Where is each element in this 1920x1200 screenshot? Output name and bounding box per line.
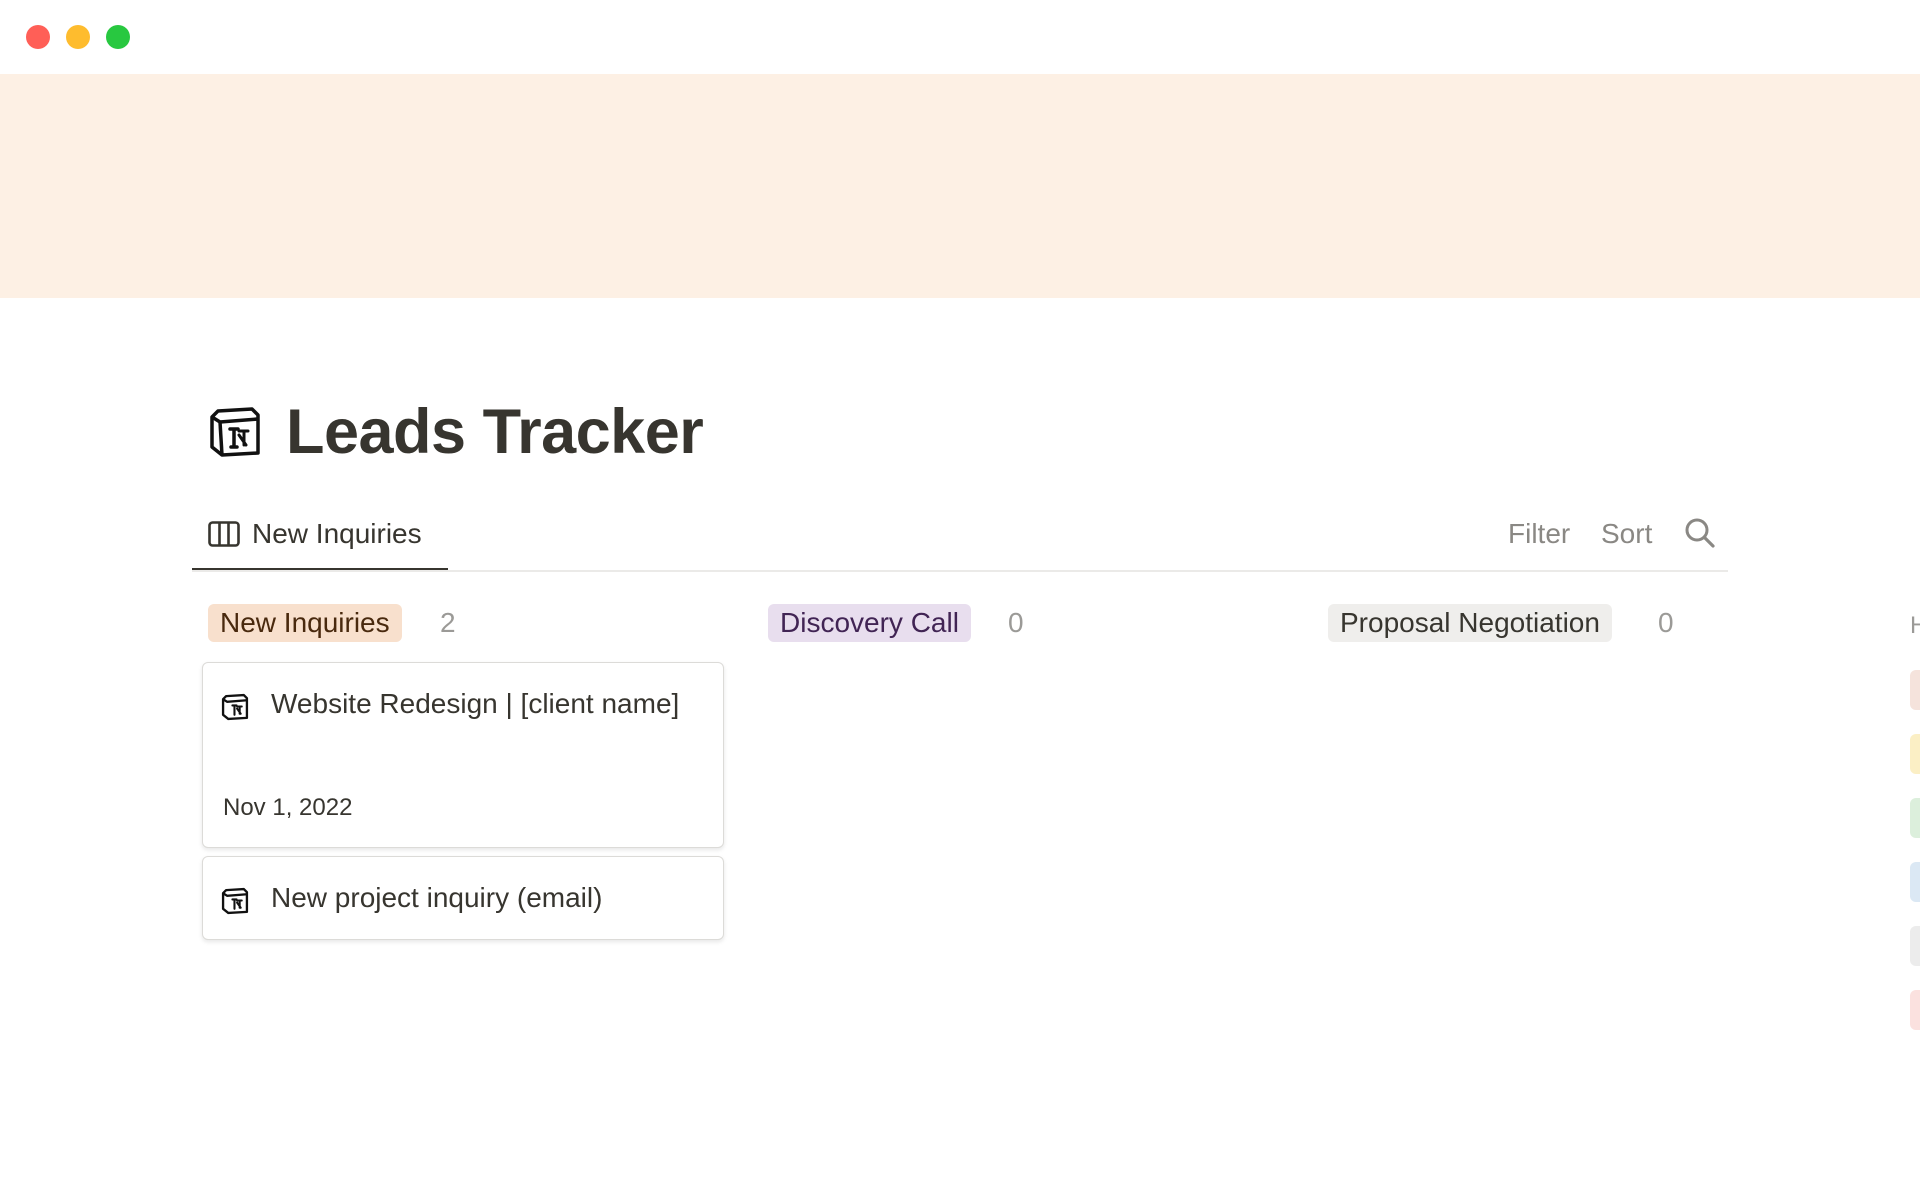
column-tag: New Inquiries (208, 604, 402, 642)
offscreen-column-swatch (1910, 862, 1920, 902)
card-title: Website Redesign | [client name] (271, 688, 680, 719)
notion-page-icon (221, 887, 249, 915)
board-card[interactable]: New project inquiry (email) (202, 856, 724, 940)
board-view-icon (208, 521, 240, 547)
board-card[interactable]: Website Redesign | [client name] Nov 1, … (202, 662, 724, 848)
maximize-window-button[interactable] (106, 25, 130, 49)
column-tag: Proposal Negotiation (1328, 604, 1612, 642)
window-titlebar (0, 0, 1920, 74)
column-count: 2 (440, 607, 456, 638)
page-title: Leads Tracker (286, 397, 704, 467)
close-window-button[interactable] (26, 25, 50, 49)
card-date: Nov 1, 2022 (223, 794, 353, 821)
offscreen-column-swatch (1910, 734, 1920, 774)
column-count: 0 (1658, 607, 1674, 638)
notion-logo-icon[interactable] (208, 405, 262, 459)
sort-button[interactable]: Sort (1601, 516, 1652, 552)
tabs-divider (192, 570, 1728, 572)
card-title: New project inquiry (email) (271, 882, 603, 913)
search-icon (1685, 518, 1715, 548)
offscreen-column-swatch (1910, 670, 1920, 710)
filter-button[interactable]: Filter (1508, 516, 1570, 552)
tab-label: New Inquiries (252, 518, 422, 549)
column-count: 0 (1008, 607, 1024, 638)
minimize-window-button[interactable] (66, 25, 90, 49)
offscreen-column-swatch (1910, 798, 1920, 838)
search-button[interactable] (1683, 516, 1717, 550)
offscreen-column-swatch (1910, 990, 1920, 1030)
offscreen-column-swatch (1910, 926, 1920, 966)
offscreen-column-header: H (1910, 612, 1920, 636)
column-tag: Discovery Call (768, 604, 971, 642)
page-cover (0, 74, 1920, 298)
tab-new-inquiries[interactable]: New Inquiries (192, 510, 448, 572)
notion-page-icon (221, 693, 249, 721)
